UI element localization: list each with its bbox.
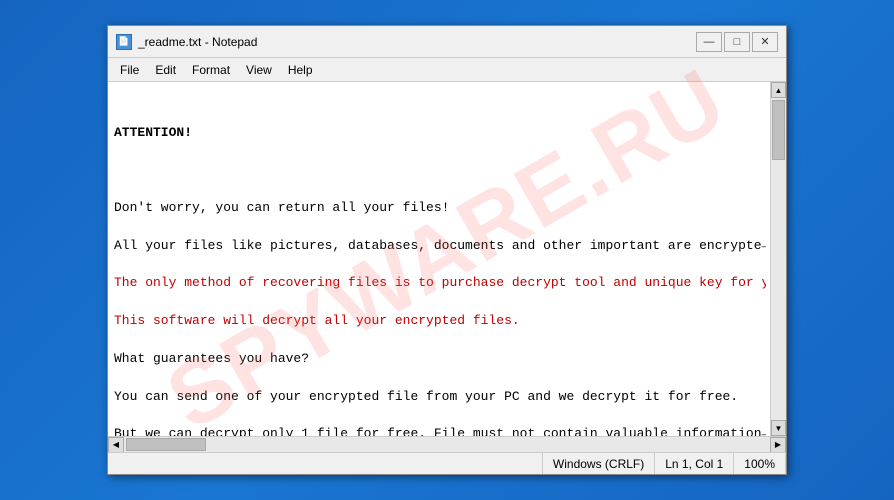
app-icon-text: 📄 <box>118 36 129 47</box>
scroll-right-button[interactable]: ▶ <box>770 437 786 453</box>
status-bar: Windows (CRLF) Ln 1, Col 1 100% <box>108 452 786 474</box>
line-3: The only method of recovering files is t… <box>114 274 766 293</box>
menu-help[interactable]: Help <box>280 61 321 79</box>
status-empty <box>108 453 543 474</box>
text-area[interactable]: ATTENTION! Don't worry, you can return a… <box>108 82 770 436</box>
scroll-up-button[interactable]: ▲ <box>771 82 786 98</box>
line-5: What guarantees you have? <box>114 350 766 369</box>
line-2: All your files like pictures, databases,… <box>114 237 766 256</box>
status-encoding: Windows (CRLF) <box>543 453 655 474</box>
line-attention: ATTENTION! <box>114 124 766 143</box>
horizontal-scrollbar[interactable]: ◀ ▶ <box>108 436 786 452</box>
line-1: Don't worry, you can return all your fil… <box>114 199 766 218</box>
menu-edit[interactable]: Edit <box>147 61 184 79</box>
app-icon: 📄 <box>116 34 132 50</box>
scroll-down-button[interactable]: ▼ <box>771 420 786 436</box>
window-controls: — □ ✕ <box>696 32 778 52</box>
scrollbar-track[interactable] <box>771 98 786 420</box>
line-7: But we can decrypt only 1 file for free.… <box>114 425 766 436</box>
scroll-left-button[interactable]: ◀ <box>108 437 124 453</box>
line-blank1 <box>114 161 766 180</box>
text-content: ATTENTION! Don't worry, you can return a… <box>114 86 766 436</box>
maximize-button[interactable]: □ <box>724 32 750 52</box>
content-area: ATTENTION! Don't worry, you can return a… <box>108 82 786 436</box>
menu-view[interactable]: View <box>238 61 280 79</box>
title-bar: 📄 _readme.txt - Notepad — □ ✕ <box>108 26 786 58</box>
status-zoom: 100% <box>734 453 786 474</box>
status-position: Ln 1, Col 1 <box>655 453 734 474</box>
window-title: _readme.txt - Notepad <box>138 35 696 49</box>
minimize-button[interactable]: — <box>696 32 722 52</box>
menu-file[interactable]: File <box>112 61 147 79</box>
menu-format[interactable]: Format <box>184 61 238 79</box>
menu-bar: File Edit Format View Help <box>108 58 786 82</box>
notepad-window: 📄 _readme.txt - Notepad — □ ✕ File Edit … <box>107 25 787 475</box>
line-6: You can send one of your encrypted file … <box>114 388 766 407</box>
vertical-scrollbar[interactable]: ▲ ▼ <box>770 82 786 436</box>
close-button[interactable]: ✕ <box>752 32 778 52</box>
scrollbar-thumb[interactable] <box>772 100 785 160</box>
h-scrollbar-thumb[interactable] <box>126 438 206 451</box>
line-4: This software will decrypt all your encr… <box>114 312 766 331</box>
h-scrollbar-track[interactable] <box>124 437 770 452</box>
